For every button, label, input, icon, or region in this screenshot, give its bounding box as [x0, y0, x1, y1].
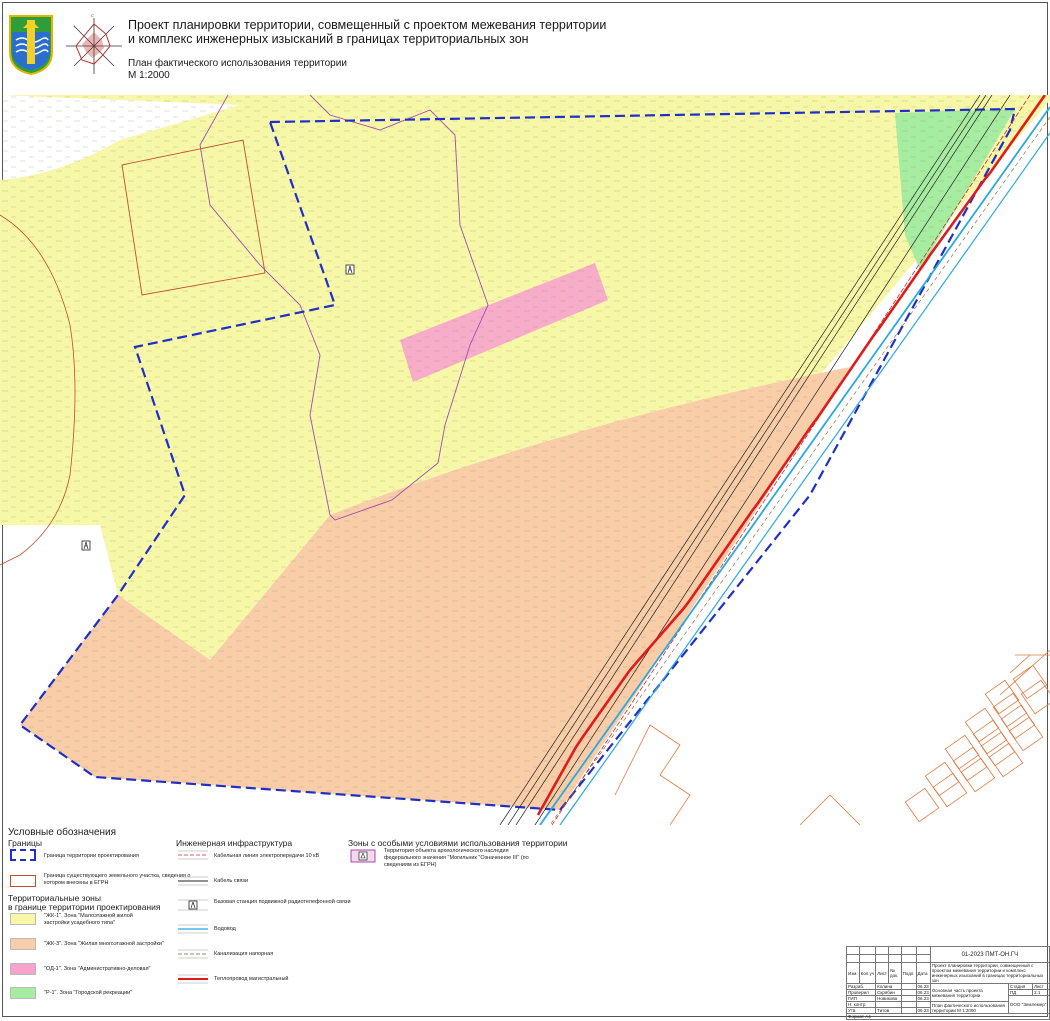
- plan-name: План фактического использования территор…: [128, 58, 347, 69]
- zones-head-2: в границе территории проектирования: [8, 902, 161, 912]
- title-block: Проект планировки территории, совмещенны…: [128, 18, 688, 82]
- stamp-col: Лист: [875, 962, 889, 984]
- base-station-label: Базовая станция подвижной радиотелефонно…: [214, 899, 351, 905]
- zone-zh3-label: "ЖК-3". Зона "Жилая многоэтажной застрой…: [44, 941, 164, 947]
- sewer-swatch: [178, 949, 208, 959]
- zone-od1-label: "ОД-1". Зона "Административно-деловая": [44, 966, 151, 972]
- zone-r1-label: "Р-1". Зона "Городской рекреации": [44, 990, 133, 996]
- stamp-date: 06.23: [915, 989, 931, 996]
- special-head: Зоны с особыми условиями использования т…: [348, 838, 568, 848]
- radio-tower-icon: [178, 899, 208, 911]
- stamp-col: Дата: [915, 962, 931, 984]
- stamp-col: Изм.: [846, 962, 860, 984]
- wind-rose-icon: С: [66, 14, 122, 74]
- water-label: Водовод: [214, 926, 236, 932]
- stamp-format: Формат А4: [846, 1013, 1050, 1020]
- radio-tower-icon: [345, 264, 355, 275]
- power-cable-swatch: [178, 850, 208, 860]
- stamp-org: ООО "Землемер": [1007, 995, 1050, 1014]
- title-line-1: Проект планировки территории, совмещенны…: [128, 18, 607, 32]
- heritage-label: Территория объекта археологического насл…: [384, 848, 529, 868]
- zone-zh1-label: "ЖК-1". Зона "Малоэтажной жилой застройк…: [44, 913, 133, 926]
- zone-od1-swatch: [10, 963, 36, 975]
- infra-head: Инженерная инфраструктура: [176, 838, 293, 848]
- territory-map: [0, 95, 1050, 825]
- parcel-boundary-label: Граница существующего земельного участка…: [44, 873, 191, 886]
- water-swatch: [178, 924, 208, 934]
- stamp-col: Подп.: [900, 962, 917, 984]
- title-line-2: и комплекс инженерных изысканий в границ…: [128, 32, 529, 46]
- project-boundary-label: Граница территории проектирования: [44, 853, 139, 859]
- stamp-date: 06.23: [915, 995, 931, 1002]
- stamp-code: 01-2023 ПМТ-ОН.ГЧ: [929, 946, 1050, 963]
- zone-zh3-swatch: [10, 938, 36, 950]
- project-boundary-swatch: [10, 849, 36, 861]
- heritage-site-icon: [350, 849, 376, 863]
- zone-r1-swatch: [10, 987, 36, 999]
- legend-title: Условные обозначения: [8, 827, 117, 838]
- heat-swatch: [178, 974, 208, 984]
- title-stamp: 01-2023 ПМТ-ОН.ГЧ Изм. Кол.уч Лист № док…: [845, 946, 1050, 1020]
- plan-scale: М 1:2000: [128, 70, 170, 81]
- comm-cable-label: Кабель связи: [214, 878, 249, 884]
- parcel-boundary-swatch: [10, 875, 36, 887]
- radio-tower-icon: [81, 540, 91, 551]
- comm-cable-swatch: [178, 876, 208, 886]
- power-cable-label: Кабельная линия электропередачи 10 кВ: [214, 853, 320, 859]
- sewer-label: Канализация напорная: [214, 951, 274, 957]
- legend-boundaries-head: Границы: [8, 838, 42, 848]
- coat-of-arms-icon: [9, 15, 53, 76]
- map-sheet: С Проект планировки территории, совмещен…: [0, 0, 1050, 1021]
- svg-text:С: С: [91, 14, 94, 18]
- existing-buildings: [614, 649, 1050, 825]
- stamp-project: Проект планировки территории, совмещенны…: [929, 962, 1050, 984]
- stamp-col: Кол.уч: [858, 962, 877, 984]
- stamp-sheet-title: План фактического использования территор…: [929, 1001, 1009, 1014]
- stamp-date: 06.23: [915, 1007, 931, 1014]
- stamp-date: 06.23: [915, 983, 931, 990]
- stamp-part: Основная часть проекта межевания террито…: [929, 983, 1009, 1002]
- zone-zh1-swatch: [10, 913, 36, 925]
- heat-label: Теплопровод магистральный: [214, 976, 289, 982]
- stamp-col: № док.: [887, 962, 902, 984]
